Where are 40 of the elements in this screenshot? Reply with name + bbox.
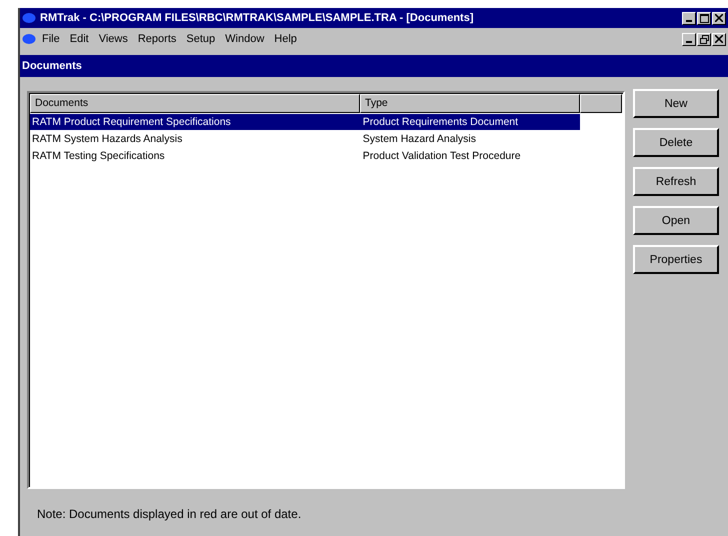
- note-text: Note: Documents displayed in red are out of date.: [36, 507, 302, 521]
- action-button[interactable]: Open: [633, 206, 719, 235]
- maximize-icon: [700, 14, 708, 22]
- table-cell-text: Product Requirements Document: [362, 116, 520, 128]
- table-cell-text: Product Validation Test Procedure: [362, 150, 522, 162]
- app-icon: [22, 12, 36, 24]
- menu-item[interactable]: File: [38, 33, 64, 45]
- restore-button[interactable]: [697, 32, 711, 46]
- action-button[interactable]: Properties: [633, 245, 719, 274]
- table-row[interactable]: RATM Product Requirement Specifications Product Requirements Document: [30, 114, 580, 130]
- table-cell-text: RATM Testing Specifications: [31, 150, 166, 162]
- close-button[interactable]: [712, 12, 726, 24]
- action-button[interactable]: Refresh: [633, 167, 719, 196]
- column-header[interactable]: Documents: [30, 94, 360, 113]
- close-button[interactable]: [712, 32, 726, 46]
- minimize-icon: [686, 40, 692, 42]
- table-cell-text: RATM Product Requirement Specifications: [31, 116, 232, 128]
- close-icon: [715, 35, 723, 43]
- menu-item[interactable]: Window: [221, 33, 268, 45]
- table-cell-text: RATM System Hazards Analysis: [31, 133, 184, 145]
- menu-item[interactable]: Edit: [66, 33, 93, 45]
- minimize-button[interactable]: [682, 32, 696, 46]
- document-window-title: Documents: [22, 60, 82, 72]
- minimize-icon: [686, 20, 692, 22]
- action-button[interactable]: Delete: [633, 128, 719, 157]
- maximize-button[interactable]: [697, 12, 711, 24]
- close-icon: [715, 14, 723, 22]
- restore-icon: [700, 34, 708, 44]
- table-row[interactable]: RATM Testing Specifications Product Validation Test Procedure: [30, 148, 580, 164]
- column-header[interactable]: Type: [360, 94, 580, 113]
- menu-item[interactable]: Setup: [182, 33, 220, 45]
- table-cell-text: System Hazard Analysis: [362, 133, 478, 145]
- table-row[interactable]: RATM System Hazards Analysis System Hazard Analysis: [30, 131, 580, 147]
- app-icon: [22, 33, 36, 45]
- menu-item[interactable]: Help: [270, 33, 301, 45]
- window-title: RMTrak - C:\PROGRAM FILES\RBC\RMTRAK\SAMPLE\SAMPLE.TRA - [Documents]: [40, 12, 474, 24]
- action-button[interactable]: New: [633, 89, 719, 118]
- minimize-button[interactable]: [682, 12, 696, 24]
- menu-item[interactable]: Views: [94, 33, 132, 45]
- menu-item[interactable]: Reports: [134, 33, 180, 45]
